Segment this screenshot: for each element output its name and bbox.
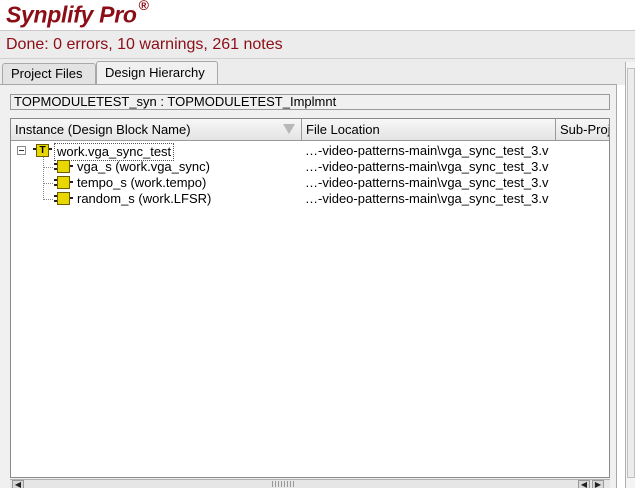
scrollbar-grip[interactable] [272,481,294,487]
tree-connector [43,183,53,184]
vertical-scrollbar-thumb[interactable] [627,68,635,478]
table-row[interactable]: tempo_s (work.tempo) …-video-patterns-ma… [11,175,609,191]
instance-name: random_s (work.LFSR) [77,191,212,206]
table-row[interactable]: vga_s (work.vga_sync) …-video-patterns-m… [11,159,609,175]
registered-mark: ® [138,0,149,13]
run-status-text: Done: 0 errors, 10 warnings, 261 notes [6,36,283,53]
column-header-instance[interactable]: Instance (Design Block Name) [11,119,302,140]
tree-connector [43,199,53,200]
hierarchy-table: Instance (Design Block Name) File Locati… [10,118,610,478]
file-location: …-video-patterns-main\vga_sync_test_3.v [305,191,549,206]
app-logo: Synplify Pro ® [6,0,149,29]
file-location: …-video-patterns-main\vga_sync_test_3.v [305,159,549,174]
table-row[interactable]: random_s (work.LFSR) …-video-patterns-ma… [11,191,609,207]
status-bar: Done: 0 errors, 10 warnings, 261 notes [0,31,635,59]
module-icon [54,176,73,189]
brand-bar: Synplify Pro ® [0,0,635,31]
file-location: …-video-patterns-main\vga_sync_test_3.v [305,175,549,190]
tab-strip: Project Files Design Hierarchy [0,59,635,85]
tab-design-hierarchy[interactable]: Design Hierarchy [96,61,218,85]
scroll-left-button-secondary[interactable]: ◀ [578,480,590,488]
column-header-file-location[interactable]: File Location [302,119,556,140]
collapse-icon[interactable] [17,146,26,155]
tab-project-files[interactable]: Project Files [2,63,96,85]
implementation-field[interactable]: TOPMODULETEST_syn : TOPMODULETEST_Implmn… [10,94,610,110]
tree-connector [43,167,53,168]
horizontal-scrollbar[interactable]: ◀ ◀ ▶ [10,479,610,488]
design-hierarchy-panel: TOPMODULETEST_syn : TOPMODULETEST_Implmn… [0,84,617,488]
top-module-icon: T [33,144,52,157]
sort-indicator-icon [283,124,295,134]
instance-name: tempo_s (work.tempo) [77,175,207,190]
instance-name: vga_s (work.vga_sync) [77,159,210,174]
module-icon [54,192,73,205]
tree-connector [43,157,44,200]
app-brand-name: Synplify Pro [6,1,137,28]
vertical-scrollbar[interactable] [625,62,635,488]
module-icon [54,160,73,173]
column-header-sub-project[interactable]: Sub-Proj [556,119,609,140]
scroll-right-button[interactable]: ▶ [592,480,604,488]
table-row[interactable]: T work.vga_sync_test …-video-patterns-ma… [11,143,609,161]
file-location: …-video-patterns-main\vga_sync_test_3.v [305,143,549,158]
scroll-left-button[interactable]: ◀ [12,480,24,488]
table-header: Instance (Design Block Name) File Locati… [11,119,609,141]
column-header-instance-label: Instance (Design Block Name) [15,122,191,137]
